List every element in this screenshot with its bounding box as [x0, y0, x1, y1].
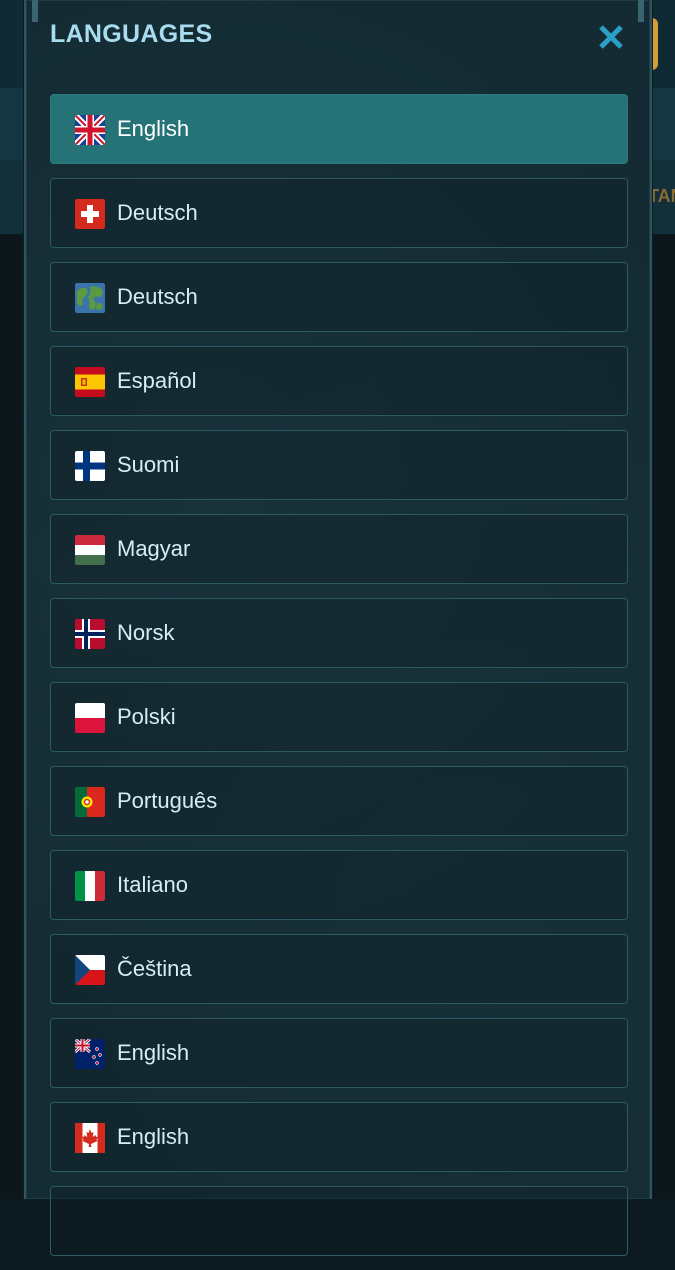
language-option-suomi[interactable]: Suomi [50, 430, 628, 500]
language-option-norsk[interactable]: Norsk [50, 598, 628, 668]
language-option-english-nz[interactable]: English [50, 1018, 628, 1088]
czech-flag-icon [75, 955, 105, 985]
language-option-espanol[interactable]: Español [50, 346, 628, 416]
norway-flag-icon [75, 619, 105, 649]
spain-flag-icon [75, 367, 105, 397]
swiss-flag-icon [75, 199, 105, 229]
language-label: Español [117, 368, 197, 393]
language-label: Norsk [117, 620, 175, 645]
language-option-italiano[interactable]: Italiano [50, 850, 628, 920]
close-icon [599, 25, 623, 49]
finland-flag-icon [75, 451, 105, 481]
language-label: Magyar [117, 536, 191, 561]
language-label: English [117, 1040, 190, 1065]
language-option-polski[interactable]: Polski [50, 682, 628, 752]
language-label: English [117, 1124, 190, 1149]
italy-flag-icon [75, 871, 105, 901]
language-option-deutsch-intl[interactable]: Deutsch [50, 262, 628, 332]
language-option-english-ca[interactable]: English [50, 1102, 628, 1172]
hungary-flag-icon [75, 535, 105, 565]
uk-flag-icon [75, 115, 105, 145]
languages-modal: LANGUAGES English Deutsch Deutsch Españo… [24, 0, 652, 1256]
language-label: English [117, 116, 190, 141]
modal-corner-left [32, 0, 38, 22]
globe-flag-icon [75, 283, 105, 313]
portugal-flag-icon [75, 787, 105, 817]
language-option-cestina[interactable]: Čeština [50, 934, 628, 1004]
language-label: Deutsch [117, 284, 198, 309]
language-label: Suomi [117, 452, 180, 477]
close-button[interactable] [596, 22, 626, 52]
canada-flag-icon [75, 1123, 105, 1153]
language-list: English Deutsch Deutsch Español Suomi Ma… [50, 94, 628, 1270]
language-label: Čeština [117, 956, 192, 981]
language-label: Italiano [117, 872, 188, 897]
language-label: Português [117, 788, 218, 813]
language-option-portugues[interactable]: Português [50, 766, 628, 836]
language-option-deutsch-ch[interactable]: Deutsch [50, 178, 628, 248]
modal-title: LANGUAGES [50, 20, 213, 48]
poland-flag-icon [75, 703, 105, 733]
new-zealand-flag-icon [75, 1039, 105, 1069]
background-partial-text: TAN [648, 186, 675, 206]
language-option-magyar[interactable]: Magyar [50, 514, 628, 584]
language-label: Deutsch [117, 200, 198, 225]
modal-corner-right [638, 0, 644, 22]
language-option-partial[interactable] [50, 1186, 628, 1256]
language-option-english[interactable]: English [50, 94, 628, 164]
language-label: Polski [117, 704, 176, 729]
